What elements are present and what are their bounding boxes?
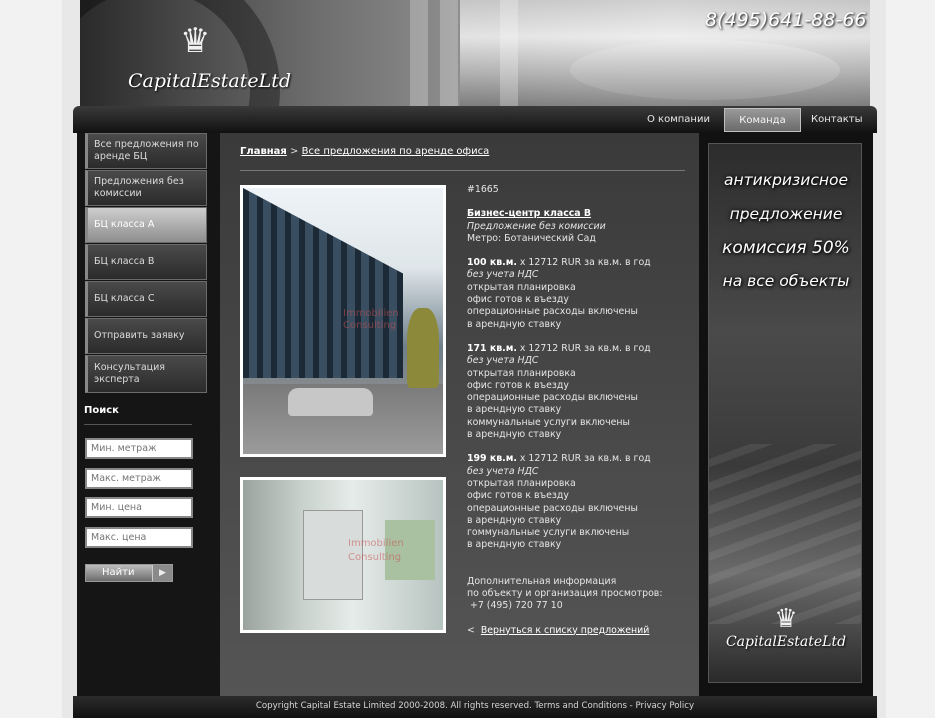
promo-text: предложение — [729, 205, 843, 223]
offer-vat: без учета НДС — [467, 465, 539, 477]
offer-feature: открытая планировка — [467, 281, 576, 293]
contact-phone: +7 (495) 720 77 10 — [467, 600, 563, 612]
promo-text: антикризисное — [724, 171, 848, 189]
divider — [84, 424, 192, 425]
promo-logo: ♛ CapitalEstateLtd — [719, 604, 853, 670]
offer-feature: гоммунальные услуги включены — [467, 527, 630, 539]
offer-price: x 12712 RUR за кв.м. в год — [516, 453, 651, 465]
min-price-input[interactable] — [85, 497, 193, 518]
offer-block: 199 кв.м. x 12712 RUR за кв.м. в год без… — [467, 453, 692, 551]
breadcrumb-current-link[interactable]: Все предложения по аренде офиса — [302, 146, 490, 157]
offer-feature: в арендную ставку — [467, 318, 562, 330]
sidebar-item-send-request[interactable]: Отправить заявку — [85, 318, 207, 354]
offer-vat: без учета НДС — [467, 269, 539, 281]
offer-feature: открытая планировка — [467, 367, 576, 379]
offer-feature: в арендную ставку — [467, 539, 562, 551]
promo-text: на все объекты — [722, 272, 850, 290]
search-button-label: Найти — [102, 567, 135, 578]
extra-info-text: Дополнительная информация — [467, 575, 617, 587]
photo-watermark: Immobilien — [343, 308, 399, 319]
offer-area: 171 кв.м. — [467, 342, 517, 354]
offer-feature: офис готов к въезду — [467, 379, 569, 391]
footer-copyright: Copyright Capital Estate Limited 2000-20… — [255, 701, 695, 711]
offer-price: x 12712 RUR за кв.м. в год — [516, 342, 651, 354]
breadcrumb-separator: > — [290, 146, 299, 157]
photo-watermark: Immobilien — [348, 538, 404, 549]
sidebar-item-class-b[interactable]: БЦ класса В — [85, 244, 207, 280]
offer-block: 171 кв.м. x 12712 RUR за кв.м. в год без… — [467, 343, 692, 441]
sidebar-item-class-c[interactable]: БЦ класса С — [85, 281, 207, 317]
offer-feature: открытая планировка — [467, 477, 576, 489]
offer-feature: в арендную ставку — [467, 514, 562, 526]
offer-vat: без учета НДС — [467, 355, 539, 367]
offer-area: 100 кв.м. — [467, 257, 517, 269]
building-interior-photo[interactable]: Immobilien Consulting — [240, 477, 446, 633]
extra-info-text: по объекту и организация просмотров: — [467, 588, 663, 600]
top-nav: О компании Команда Контакты — [73, 106, 877, 133]
back-arrow: < — [467, 624, 475, 636]
sidebar-item-all-offers[interactable]: Все предложения по аренде БЦ — [85, 133, 207, 169]
offer-feature: операционные расходы включены — [467, 306, 638, 318]
listing-title[interactable]: Бизнес-центр класса B — [467, 208, 692, 220]
offer-feature: офис готов к въезду — [467, 490, 569, 502]
nav-item-about[interactable]: О компании — [639, 108, 718, 132]
listing-details: #1665 Бизнес-центр класса B Предложение … — [467, 184, 692, 637]
back-to-list-link[interactable]: Вернуться к списку предложений — [481, 625, 650, 636]
promo-banner[interactable]: антикризисное предложение комиссия 50% н… — [708, 143, 862, 683]
photo-watermark: Consulting — [348, 552, 402, 563]
offer-feature: операционные расходы включены — [467, 392, 638, 404]
offer-feature: коммунальные услуги включены — [467, 416, 630, 428]
footer: Copyright Capital Estate Limited 2000-20… — [73, 696, 877, 718]
sidebar-item-expert-consultation[interactable]: Консультация эксперта — [85, 355, 207, 393]
crown-icon: ♛ — [774, 604, 798, 634]
nav-item-contacts[interactable]: Контакты — [803, 108, 870, 132]
nav-item-team[interactable]: Команда — [724, 108, 801, 132]
promo-text: комиссия 50% — [722, 238, 850, 258]
search-button[interactable]: Найти ▶ — [85, 564, 173, 582]
divider — [240, 170, 685, 171]
offer-feature: в арендную ставку — [467, 404, 562, 416]
min-area-input[interactable] — [85, 438, 193, 459]
logo-text: CapitalEstateLtd — [128, 70, 292, 92]
search-title: Поиск — [84, 405, 119, 416]
site-logo[interactable]: ♛ CapitalEstateLtd — [128, 22, 293, 102]
offer-feature: офис готов к въезду — [467, 294, 569, 306]
listing-subtitle: Предложение без комиссии — [467, 220, 606, 232]
listing-id: #1665 — [467, 184, 499, 195]
max-area-input[interactable] — [85, 468, 193, 489]
breadcrumb: Главная > Все предложения по аренде офис… — [240, 146, 489, 157]
promo-logo-text: CapitalEstateLtd — [725, 634, 847, 650]
header-phone: 8(495)641-88-66 — [705, 9, 867, 31]
offer-price: x 12712 RUR за кв.м. в год — [516, 257, 651, 269]
photo-watermark: Consulting — [343, 320, 397, 331]
offer-feature: в арендную ставку — [467, 429, 562, 441]
crown-icon: ♛ — [180, 21, 211, 61]
max-price-input[interactable] — [85, 527, 193, 548]
building-exterior-photo[interactable]: Immobilien Consulting — [240, 185, 446, 457]
sidebar-item-no-commission[interactable]: Предложения без комиссии — [85, 170, 207, 206]
breadcrumb-home-link[interactable]: Главная — [240, 146, 287, 157]
offer-block: 100 кв.м. x 12712 RUR за кв.м. в год без… — [467, 257, 692, 331]
header-table-image — [570, 40, 840, 100]
listing-metro: Метро: Ботанический Сад — [467, 232, 596, 244]
play-arrow-icon: ▶ — [152, 565, 172, 581]
offer-feature: операционные расходы включены — [467, 502, 638, 514]
offer-area: 199 кв.м. — [467, 453, 517, 465]
sidebar-item-class-a[interactable]: БЦ класса А — [85, 207, 207, 243]
